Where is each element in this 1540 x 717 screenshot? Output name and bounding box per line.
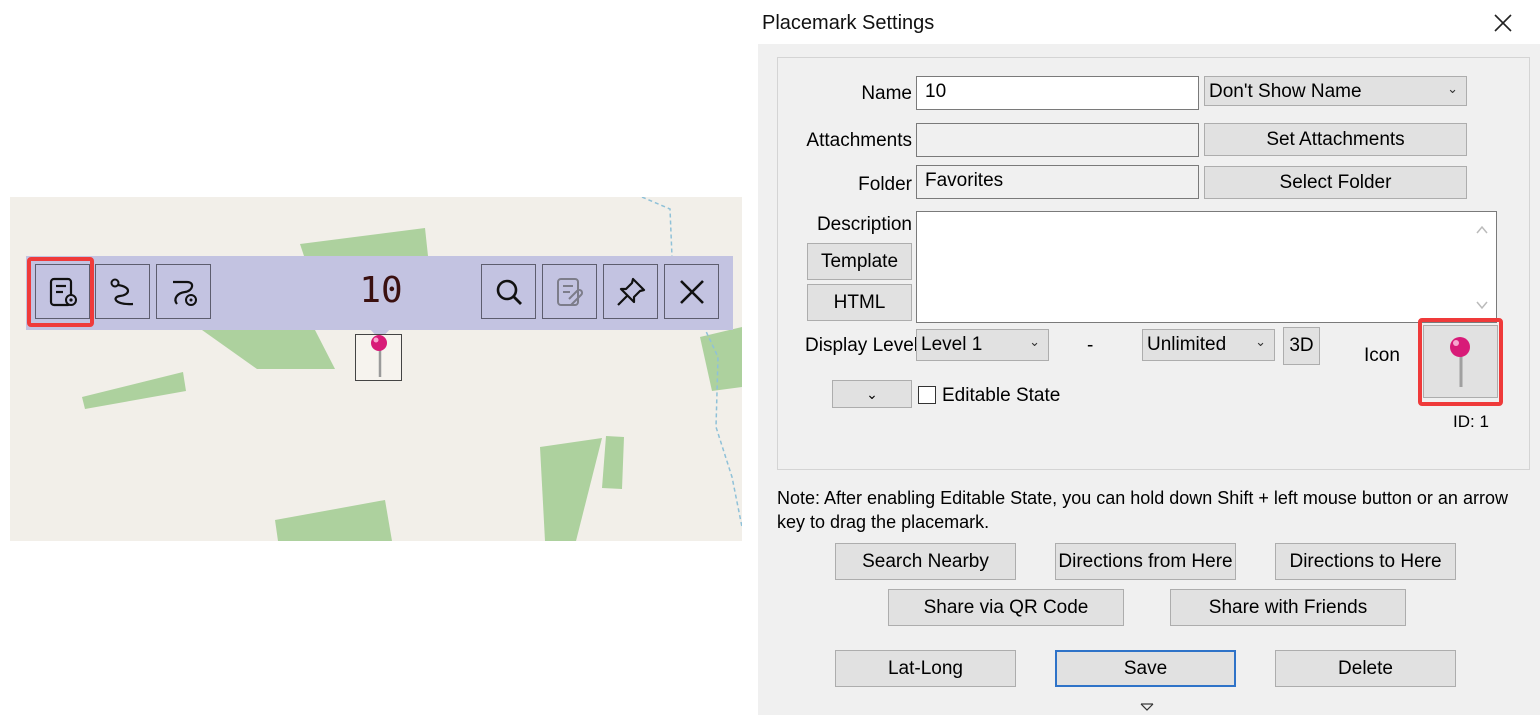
attachments-field: [916, 123, 1199, 157]
chevron-down-icon: ⌄: [1255, 334, 1266, 349]
directions-from-here-button[interactable]: Directions from Here: [1055, 543, 1236, 580]
chevron-down-icon: ⌄: [1029, 334, 1040, 349]
set-attachments-button[interactable]: Set Attachments: [1204, 123, 1467, 156]
display-level-from-value: Level 1: [921, 334, 983, 355]
toolbar-title: 10: [359, 270, 403, 311]
options-dropdown-button[interactable]: ⌄: [832, 380, 912, 408]
placemark-settings-dialog: Placemark Settings Name 10 Don't Show Na…: [758, 0, 1540, 715]
settings-button-highlight: [27, 257, 94, 327]
icon-id: ID: 1: [1453, 412, 1489, 431]
map-view[interactable]: 10: [10, 197, 742, 541]
delete-button[interactable]: Delete: [1275, 650, 1456, 687]
attach-button[interactable]: [542, 264, 597, 319]
close-icon: [1494, 14, 1512, 32]
attachments-label: Attachments: [806, 130, 912, 151]
route-icon: [110, 278, 133, 305]
search-nearby-button[interactable]: Search Nearby: [835, 543, 1016, 580]
placemark-toolbar: 10: [26, 256, 733, 340]
share-qr-button[interactable]: Share via QR Code: [888, 589, 1124, 626]
save-button[interactable]: Save: [1055, 650, 1236, 687]
lat-long-button[interactable]: Lat-Long: [835, 650, 1016, 687]
template-button[interactable]: Template: [807, 243, 912, 280]
chevron-down-icon: ⌄: [866, 385, 878, 402]
placemark-pin-icon: [371, 335, 387, 377]
select-folder-button[interactable]: Select Folder: [1204, 166, 1467, 199]
dialog-title: Placemark Settings: [762, 12, 935, 34]
display-level-separator: -: [1087, 335, 1094, 356]
html-button[interactable]: HTML: [807, 284, 912, 321]
name-input[interactable]: 10: [916, 76, 1199, 110]
display-level-to-value: Unlimited: [1147, 334, 1227, 355]
display-level-to-select[interactable]: Unlimited ⌄: [1142, 329, 1275, 361]
pin-button[interactable]: [603, 264, 658, 319]
description-textarea[interactable]: [916, 211, 1497, 323]
name-label: Name: [861, 83, 912, 104]
display-level-from-select[interactable]: Level 1 ⌄: [916, 329, 1049, 361]
editable-state-label: Editable State: [942, 385, 1061, 406]
expand-arrow-icon[interactable]: [1140, 699, 1154, 717]
chevron-down-icon: ⌄: [1447, 81, 1458, 96]
scrollbar-arrows-icon: [1476, 225, 1488, 310]
three-d-button[interactable]: 3D: [1283, 327, 1320, 365]
description-label: Description: [816, 214, 912, 235]
folder-label: Folder: [858, 174, 912, 195]
share-friends-button[interactable]: Share with Friends: [1170, 589, 1406, 626]
name-display-select[interactable]: Don't Show Name ⌄: [1204, 76, 1467, 106]
icon-highlight: [1418, 318, 1503, 406]
editable-state-checkbox[interactable]: [918, 386, 936, 404]
close-toolbar-button[interactable]: [664, 264, 719, 319]
map-placemark[interactable]: [355, 334, 402, 381]
pushpin-icon: [616, 277, 645, 306]
attachment-note-icon: [556, 277, 583, 306]
display-level-label: Display Level: [805, 335, 918, 356]
folder-field: Favorites: [916, 165, 1199, 199]
route-button[interactable]: [95, 264, 150, 319]
name-display-value: Don't Show Name: [1209, 81, 1362, 102]
editable-state-note: Note: After enabling Editable State, you…: [777, 488, 1508, 532]
icon-label: Icon: [1364, 345, 1400, 366]
chevron-down-icon: [1140, 703, 1154, 711]
search-button[interactable]: [481, 264, 536, 319]
directions-to-here-button[interactable]: Directions to Here: [1275, 543, 1456, 580]
description-scrollbar[interactable]: [1468, 212, 1496, 322]
close-icon: [679, 279, 704, 304]
dialog-close-button[interactable]: [1488, 8, 1518, 38]
route-point-icon: [172, 280, 197, 306]
route-point-button[interactable]: [156, 264, 211, 319]
search-icon: [496, 279, 522, 305]
